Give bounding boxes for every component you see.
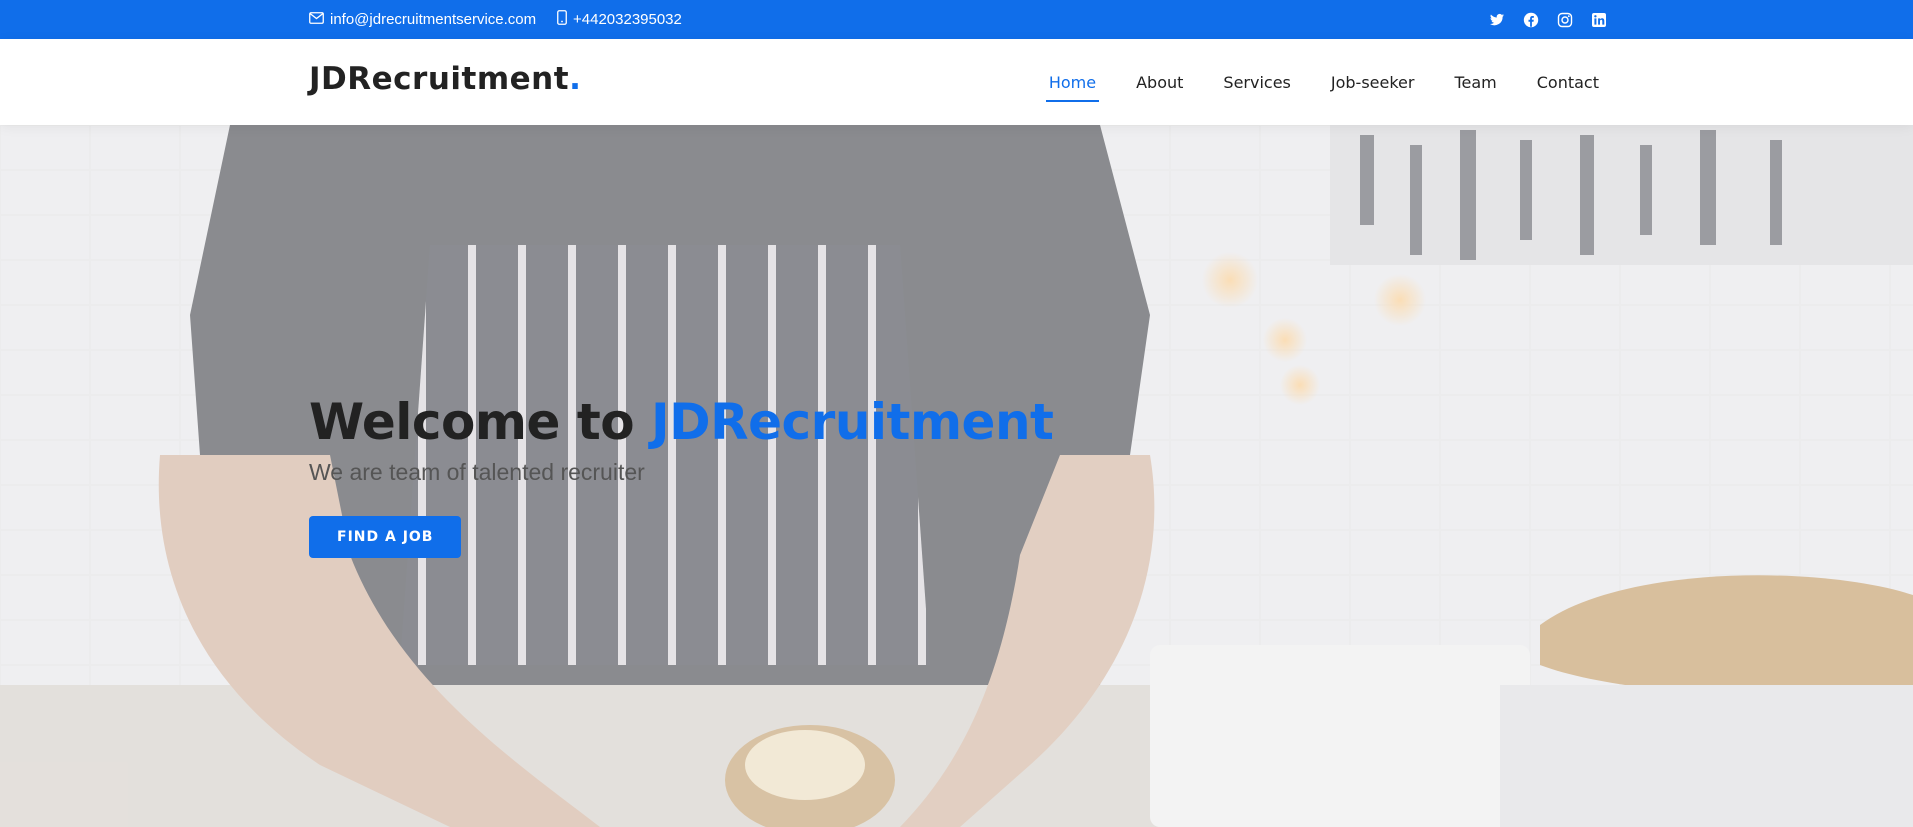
logo-text: JDRecruitment [309,61,570,97]
nav-contact[interactable]: Contact [1534,67,1602,98]
topbar-phone[interactable]: +442032395032 [557,0,682,39]
linkedin-icon[interactable] [1591,12,1607,28]
phone-icon [557,10,567,29]
hero-title-prefix: Welcome to [309,393,651,451]
logo-dot: . [569,61,582,97]
instagram-icon[interactable] [1557,12,1573,28]
hero-title: Welcome to JDRecruitment [309,397,1054,447]
topbar-email[interactable]: info@jdrecruitmentservice.com [309,0,536,39]
site-header: JDRecruitment. Home About Services Job-s… [0,39,1913,125]
find-a-job-button[interactable]: FIND A JOB [309,516,462,558]
social-links [1489,0,1607,39]
hero-section: Welcome to JDRecruitment We are team of … [0,125,1913,827]
nav-home[interactable]: Home [1045,67,1100,102]
hero-content: Welcome to JDRecruitment We are team of … [309,397,1054,558]
envelope-icon [309,11,324,28]
site-logo[interactable]: JDRecruitment. [309,61,581,97]
nav-job-seeker[interactable]: Job-seeker [1328,67,1418,98]
email-text: info@jdrecruitmentservice.com [330,11,537,28]
twitter-icon[interactable] [1489,12,1505,28]
facebook-icon[interactable] [1523,12,1539,28]
nav-team[interactable]: Team [1451,67,1499,98]
nav-services[interactable]: Services [1220,67,1293,98]
main-nav: Home About Services Job-seeker Team Cont… [1045,39,1602,125]
hero-title-brand: JDRecruitment [651,393,1054,451]
nav-about[interactable]: About [1133,67,1186,98]
hero-subtitle: We are team of talented recruiter [309,459,645,485]
top-bar: info@jdrecruitmentservice.com +442032395… [0,0,1913,39]
phone-text: +442032395032 [573,11,682,28]
